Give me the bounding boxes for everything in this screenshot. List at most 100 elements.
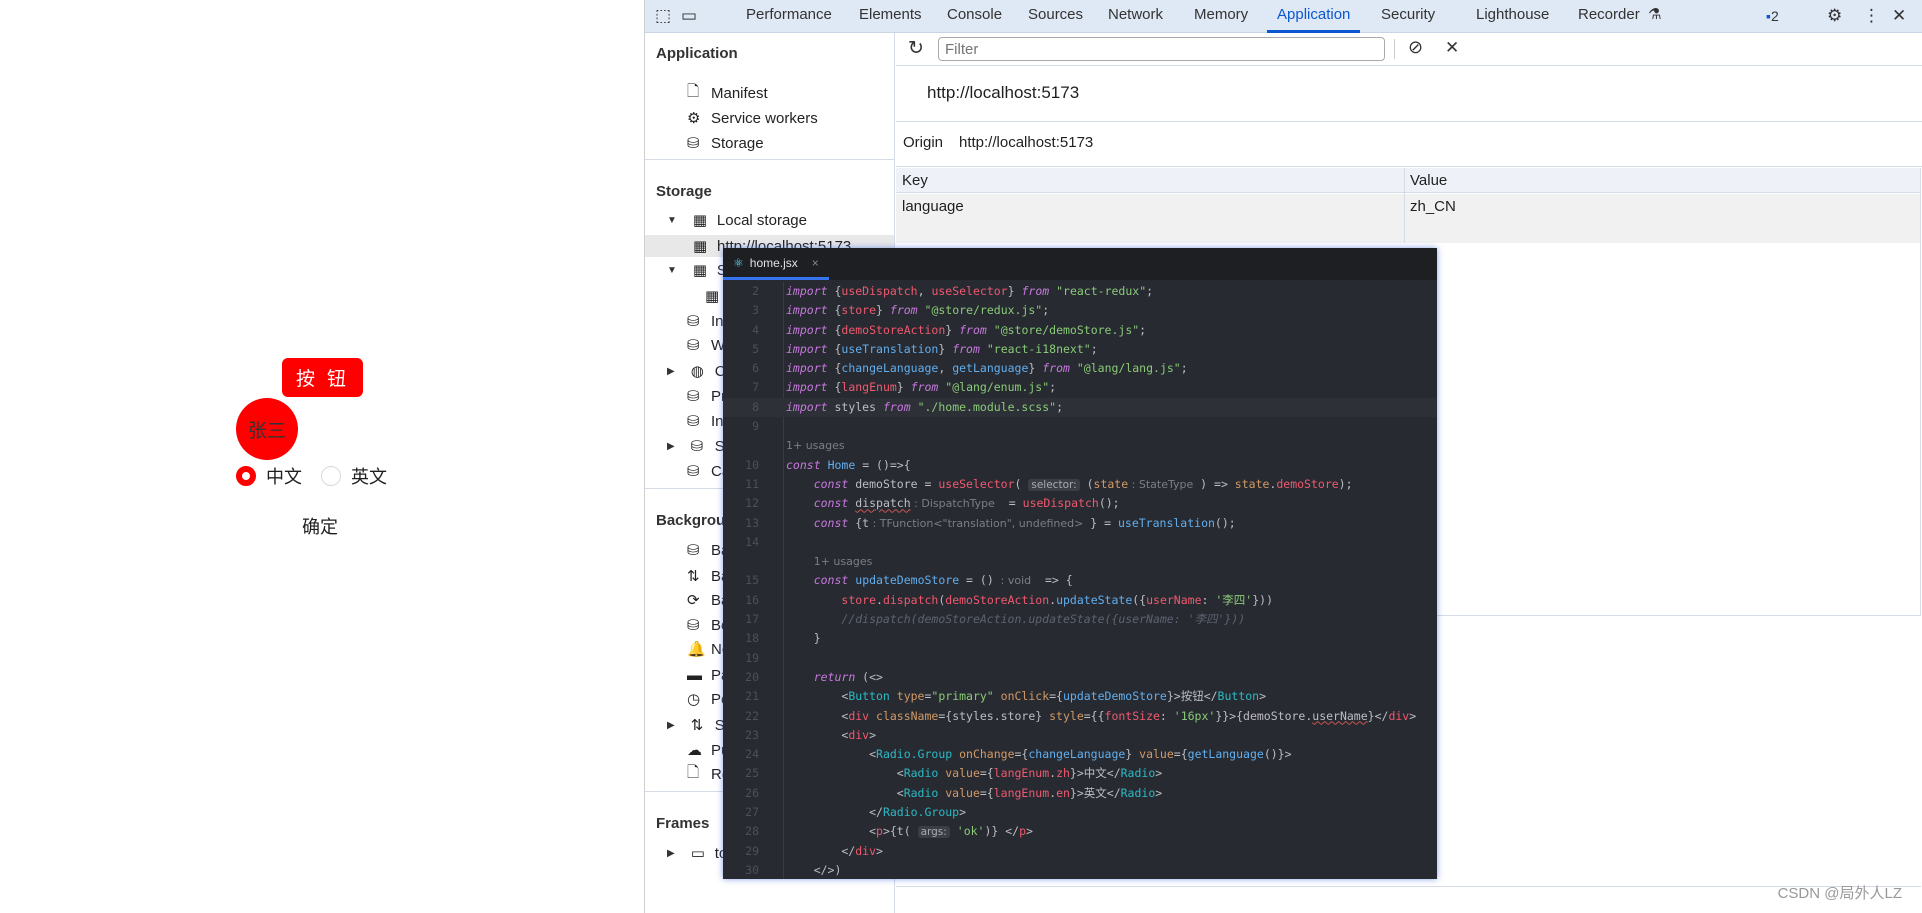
radio-checked-icon[interactable] (236, 466, 256, 486)
primary-button[interactable]: 按 钮 (282, 358, 363, 397)
radio-chinese[interactable]: 中文 (236, 463, 302, 489)
column-header-value[interactable]: Value (1410, 172, 1447, 189)
code-token: div (1388, 708, 1410, 723)
tab-network[interactable]: Network (1108, 0, 1163, 33)
code-text: <Button type="primary" onClick={updateDe… (759, 687, 1266, 706)
expanded-triangle-icon[interactable]: ▼ (667, 215, 677, 226)
code-area[interactable]: 2 import {useDispatch, useSelector} from … (723, 282, 1437, 879)
radio-unchecked-icon[interactable] (321, 466, 341, 486)
table-icon: ▦ (692, 262, 708, 279)
code-token: ); (1338, 476, 1353, 491)
tab-security[interactable]: Security (1381, 0, 1435, 33)
code-token: ; (1090, 341, 1098, 356)
collapsed-triangle-icon[interactable]: ▶ (667, 441, 675, 452)
code-token: "@store/redux.js" (924, 303, 1043, 318)
cell-value[interactable]: zh_CN (1410, 198, 1456, 215)
code-line[interactable]: 12 const dispatch : DispatchType = useDi… (723, 494, 1437, 513)
inspect-element-icon[interactable]: ⬚ (655, 6, 671, 26)
code-line[interactable]: 17 //dispatch(demoStoreAction.updateStat… (723, 610, 1437, 629)
code-line[interactable]: 8 import styles from "./home.module.scss"… (723, 397, 1437, 418)
code-line[interactable]: 15 const updateDemoStore = () : void => … (723, 571, 1437, 590)
code-text: const Home = ()=>{ (759, 456, 911, 475)
code-line[interactable]: 23 <div> (723, 726, 1437, 745)
sidebar-item[interactable]: 🗋 Manifest (687, 82, 768, 104)
code-token: < (786, 727, 849, 742)
code-line[interactable]: 11 const demoStore = useSelector( select… (723, 475, 1437, 494)
flask-icon: ⚗ (1648, 6, 1662, 23)
code-token: { (827, 284, 842, 298)
code-token: type (889, 689, 925, 704)
line-number (723, 436, 759, 455)
sidebar-item[interactable]: ▼ ▦ Local storage (667, 209, 807, 231)
code-line[interactable]: 28 <p>{t( args: 'ok')} </p> (723, 822, 1437, 841)
code-line[interactable]: 19 (723, 649, 1437, 668)
code-token: ; (1049, 380, 1057, 395)
code-line[interactable]: 10 const Home = ()=>{ (723, 456, 1437, 475)
radio-english[interactable]: 英文 (321, 463, 387, 489)
code-token: "./home.module.scss" (917, 399, 1057, 414)
collapsed-triangle-icon[interactable]: ▶ (667, 848, 675, 859)
filter-input[interactable] (938, 37, 1385, 61)
line-number: 15 (745, 573, 759, 588)
code-line[interactable]: 30 </>) (723, 861, 1437, 879)
expanded-triangle-icon[interactable]: ▼ (667, 265, 677, 276)
tab-elements[interactable]: Elements (859, 0, 922, 33)
editor-tab-home-jsx[interactable]: ⚛ home.jsx × (723, 248, 829, 280)
tab-recorder[interactable]: Recorder (1578, 0, 1640, 33)
code-line[interactable]: 2 import {useDispatch, useSelector} from … (723, 282, 1437, 301)
settings-gear-icon[interactable]: ⚙ (1827, 6, 1842, 26)
code-line[interactable]: 4 import {demoStoreAction} from "@store/d… (723, 321, 1437, 340)
code-token: store (841, 592, 877, 607)
code-line[interactable]: 20 return (<> (723, 668, 1437, 687)
table-row[interactable]: language zh_CN (896, 194, 1920, 243)
code-line[interactable]: 26 <Radio value={langEnum.en}>英文</Radio> (723, 784, 1437, 803)
close-tab-icon[interactable]: × (812, 256, 819, 270)
close-devtools-icon[interactable]: ✕ (1892, 6, 1906, 26)
sidebar-item-label: Storage (711, 134, 764, 152)
code-line[interactable]: 1+ usages (723, 436, 1437, 455)
code-token: > (1259, 689, 1267, 704)
code-token: changeLanguage (841, 361, 939, 376)
code-line[interactable]: 21 <Button type="primary" onClick={updat… (723, 687, 1437, 706)
code-token: langEnum (841, 380, 897, 395)
code-line[interactable]: 13 const {t : TFunction<"translation", u… (723, 514, 1437, 533)
code-line[interactable]: 7 import {langEnum} from "@lang/enum.js"; (723, 378, 1437, 397)
code-line[interactable]: 5 import {useTranslation} from "react-i18… (723, 340, 1437, 359)
sidebar-item-label: Manifest (711, 84, 768, 102)
refresh-icon[interactable]: ↻ (908, 37, 924, 60)
tab-memory[interactable]: Memory (1194, 0, 1248, 33)
code-line[interactable]: 3 import {store} from "@store/redux.js"; (723, 301, 1437, 320)
code-line[interactable]: 18 } (723, 629, 1437, 648)
device-toolbar-icon[interactable]: ▭ (681, 6, 697, 26)
code-line[interactable]: 9 (723, 417, 1437, 436)
tab-lighthouse[interactable]: Lighthouse (1476, 0, 1549, 33)
collapsed-triangle-icon[interactable]: ▶ (667, 720, 675, 731)
sidebar-section-heading: Application (656, 45, 738, 62)
sidebar-item[interactable]: ⚙ Service workers (687, 107, 818, 129)
tab-sources[interactable]: Sources (1028, 0, 1083, 33)
inlay-hint: selector: (1028, 478, 1080, 491)
code-line[interactable]: 25 <Radio value={langEnum.zh}>中文</Radio> (723, 764, 1437, 783)
clear-all-icon[interactable]: ⊘ (1408, 37, 1423, 58)
code-line[interactable]: 29 </div> (723, 842, 1437, 861)
code-line[interactable]: 1+ usages (723, 552, 1437, 571)
delete-selected-icon[interactable]: ✕ (1445, 38, 1459, 58)
cell-key[interactable]: language (902, 198, 964, 215)
issues-icon[interactable]: ▪2 (1766, 8, 1779, 24)
code-line[interactable]: 24 <Radio.Group onChange={changeLanguage… (723, 745, 1437, 764)
tab-performance[interactable]: Performance (746, 0, 832, 33)
tab-application[interactable]: Application (1267, 0, 1361, 33)
tab-console[interactable]: Console (947, 0, 1002, 33)
code-line[interactable]: 16 store.dispatch(demoStoreAction.update… (723, 591, 1437, 610)
column-divider[interactable] (1404, 168, 1405, 243)
code-token: value (1139, 747, 1174, 762)
code-line[interactable]: 27 </Radio.Group> (723, 803, 1437, 822)
sidebar-item[interactable]: ⛁ Storage (687, 132, 764, 154)
code-line[interactable]: 6 import {changeLanguage, getLanguage} fr… (723, 359, 1437, 378)
column-header-key[interactable]: Key (902, 172, 928, 189)
code-line[interactable]: 14 (723, 533, 1437, 552)
code-line[interactable]: 22 <div className={styles.store} style={… (723, 707, 1437, 726)
collapsed-triangle-icon[interactable]: ▶ (667, 366, 675, 377)
more-options-icon[interactable]: ⋮ (1863, 6, 1880, 26)
